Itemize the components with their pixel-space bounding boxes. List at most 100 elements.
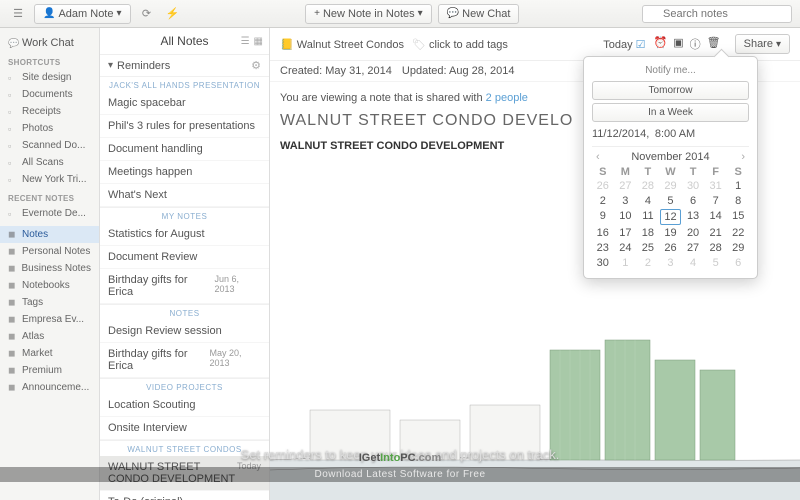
- sidebar-item[interactable]: ◼Tags: [0, 294, 99, 311]
- note-list-item[interactable]: Birthday gifts for EricaJun 6, 2013: [100, 269, 269, 304]
- sidebar-item[interactable]: ◼Personal Notes: [0, 243, 99, 260]
- shortcut-item[interactable]: ▫Site design: [0, 69, 99, 86]
- prev-month-icon[interactable]: ‹: [592, 151, 604, 163]
- calendar-day[interactable]: 8: [727, 194, 749, 208]
- note-list-item[interactable]: Document Review: [100, 246, 269, 269]
- list-view-icon[interactable]: ☰: [241, 36, 250, 47]
- calendar-day[interactable]: 10: [615, 209, 637, 225]
- calendar-day[interactable]: 20: [682, 226, 704, 240]
- calendar-day[interactable]: 30: [592, 256, 614, 270]
- calendar-day[interactable]: 2: [637, 256, 659, 270]
- calendar-day[interactable]: 9: [592, 209, 614, 225]
- calendar-day[interactable]: 28: [705, 241, 727, 255]
- share-people-link[interactable]: 2 people: [486, 92, 528, 104]
- note-list-item[interactable]: Meetings happen: [100, 161, 269, 184]
- reminders-toggle[interactable]: ▾ Reminders⚙: [100, 55, 269, 76]
- sidebar-toggle-icon[interactable]: ☰: [8, 5, 28, 23]
- calendar-day[interactable]: 2: [592, 194, 614, 208]
- tomorrow-button[interactable]: Tomorrow: [592, 81, 749, 100]
- in-a-week-button[interactable]: In a Week: [592, 103, 749, 122]
- sidebar-item[interactable]: ◼Premium: [0, 362, 99, 379]
- search-input[interactable]: [642, 5, 792, 23]
- sidebar-workchat[interactable]: 💬Work Chat: [0, 34, 99, 52]
- calendar-day[interactable]: 30: [682, 179, 704, 193]
- trash-icon[interactable]: 🗑: [707, 36, 721, 52]
- calendar-day[interactable]: 4: [682, 256, 704, 270]
- new-chat-button[interactable]: 💬 New Chat: [438, 4, 520, 24]
- calendar-day[interactable]: 31: [705, 179, 727, 193]
- sidebar-item[interactable]: ◼Announceme...: [0, 379, 99, 396]
- calendar-day[interactable]: 3: [660, 256, 682, 270]
- next-month-icon[interactable]: ›: [737, 151, 749, 163]
- sidebar-item[interactable]: ◼Atlas: [0, 328, 99, 345]
- info-icon[interactable]: ⓘ: [690, 36, 701, 52]
- calendar-day[interactable]: 1: [727, 179, 749, 193]
- sidebar-item[interactable]: ◼Notebooks: [0, 277, 99, 294]
- calendar-day[interactable]: 29: [727, 241, 749, 255]
- shortcut-item[interactable]: ▫Receipts: [0, 103, 99, 120]
- calendar-day[interactable]: 19: [660, 226, 682, 240]
- shortcut-item[interactable]: ▫Documents: [0, 86, 99, 103]
- calendar-day[interactable]: 17: [615, 226, 637, 240]
- shortcut-item[interactable]: ▫All Scans: [0, 154, 99, 171]
- note-list-item[interactable]: To-Do (original): [100, 491, 269, 500]
- reminder-icon[interactable]: ⏰: [654, 36, 668, 52]
- calendar-day[interactable]: 4: [637, 194, 659, 208]
- calendar-day[interactable]: 1: [615, 256, 637, 270]
- calendar-day[interactable]: 16: [592, 226, 614, 240]
- sidebar-item[interactable]: ◼Market: [0, 345, 99, 362]
- note-list-item[interactable]: Design Review session: [100, 320, 269, 343]
- shortcut-item[interactable]: ▫Photos: [0, 120, 99, 137]
- notebook-breadcrumb[interactable]: 📒 Walnut Street Condos: [280, 38, 404, 51]
- calendar-day[interactable]: 23: [592, 241, 614, 255]
- calendar-day[interactable]: 6: [682, 194, 704, 208]
- calendar-day[interactable]: 26: [592, 179, 614, 193]
- note-list-item[interactable]: What's Next: [100, 184, 269, 207]
- calendar-day[interactable]: 15: [727, 209, 749, 225]
- note-list-item[interactable]: Magic spacebar: [100, 92, 269, 115]
- present-icon[interactable]: ▣: [673, 36, 683, 52]
- calendar-day[interactable]: 21: [705, 226, 727, 240]
- calendar-day[interactable]: 28: [637, 179, 659, 193]
- gear-icon[interactable]: ⚙: [251, 59, 261, 72]
- calendar-day[interactable]: 25: [637, 241, 659, 255]
- calendar-day[interactable]: 12: [660, 209, 682, 225]
- reminder-date[interactable]: 11/12/2014,: [592, 128, 649, 140]
- calendar-day[interactable]: 3: [615, 194, 637, 208]
- calendar-day[interactable]: 24: [615, 241, 637, 255]
- calendar-day[interactable]: 14: [705, 209, 727, 225]
- calendar-day[interactable]: 29: [660, 179, 682, 193]
- sidebar-item[interactable]: ◼Notes: [0, 226, 99, 243]
- grid-view-icon[interactable]: ▦: [254, 36, 263, 47]
- note-list-item[interactable]: Phil's 3 rules for presentations: [100, 115, 269, 138]
- note-list-item[interactable]: Birthday gifts for EricaMay 20, 2013: [100, 343, 269, 378]
- calendar-day[interactable]: 7: [705, 194, 727, 208]
- calendar-day[interactable]: 22: [727, 226, 749, 240]
- sidebar-item[interactable]: ◼Empresa Ev...: [0, 311, 99, 328]
- new-note-button[interactable]: + New Note in Notes ▾: [305, 4, 432, 24]
- reminder-time[interactable]: 8:00 AM: [655, 128, 695, 140]
- calendar-day[interactable]: 13: [682, 209, 704, 225]
- sidebar-item[interactable]: ◼Business Notes: [0, 260, 99, 277]
- calendar-day[interactable]: 26: [660, 241, 682, 255]
- tags-field[interactable]: 🏷 click to add tags: [412, 38, 508, 51]
- calendar-day[interactable]: 18: [637, 226, 659, 240]
- calendar-day[interactable]: 11: [637, 209, 659, 225]
- user-dropdown[interactable]: 👤 Adam Note ▾: [34, 4, 131, 24]
- shortcut-item[interactable]: ▫Scanned Do...: [0, 137, 99, 154]
- reminder-today[interactable]: Today ☑: [603, 38, 645, 51]
- calendar-day[interactable]: 5: [705, 256, 727, 270]
- calendar-day[interactable]: 27: [682, 241, 704, 255]
- sync-icon[interactable]: ⟳: [137, 5, 157, 23]
- note-list-item[interactable]: Onsite Interview: [100, 417, 269, 440]
- note-list-item[interactable]: Location Scouting: [100, 394, 269, 417]
- activity-icon[interactable]: ⚡: [163, 5, 183, 23]
- calendar-day[interactable]: 5: [660, 194, 682, 208]
- recent-item[interactable]: ▫Evernote De...: [0, 205, 99, 222]
- note-list-item[interactable]: Statistics for August: [100, 223, 269, 246]
- calendar-day[interactable]: 6: [727, 256, 749, 270]
- share-button[interactable]: Share ▾: [735, 34, 790, 54]
- shortcut-item[interactable]: ▫New York Tri...: [0, 171, 99, 188]
- calendar-day[interactable]: 27: [615, 179, 637, 193]
- note-list-item[interactable]: Document handling: [100, 138, 269, 161]
